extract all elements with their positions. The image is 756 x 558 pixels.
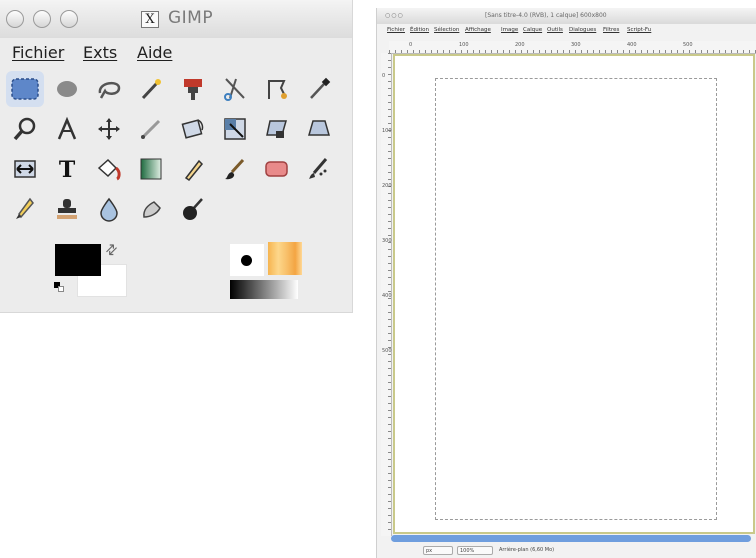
ruler-label: 200 [382, 183, 392, 189]
toolbox-titlebar: X GIMP [0, 0, 352, 38]
vertical-ruler[interactable]: 0 100 200 300 400 500 [381, 53, 392, 536]
brush-dot-icon [241, 255, 252, 266]
ruler-label: 300 [382, 238, 392, 244]
ruler-label: 100 [459, 42, 469, 48]
image-title: [Sans titre-4.0 (RVB), 1 calque] 600x800 [485, 12, 607, 19]
eraser-icon[interactable] [258, 151, 296, 187]
menu-filtres[interactable]: Filtres [603, 27, 619, 33]
svg-text:T: T [59, 157, 76, 182]
menu-affichage[interactable]: Affichage [465, 27, 491, 33]
zoom-window-button[interactable] [60, 10, 78, 28]
smudge-icon[interactable] [132, 191, 170, 227]
blend-icon[interactable] [132, 151, 170, 187]
ruler-label: 400 [627, 42, 637, 48]
ink-icon[interactable] [6, 191, 44, 227]
menu-edition[interactable]: Édition [410, 27, 429, 33]
menu-exts[interactable]: Exts [83, 43, 117, 62]
close-window-button[interactable] [6, 10, 24, 28]
image-canvas[interactable] [393, 54, 755, 534]
pencil-icon[interactable] [174, 151, 212, 187]
menu-script-fu[interactable]: Script-Fu [627, 27, 651, 33]
move-icon[interactable] [90, 111, 128, 147]
default-colors-icon[interactable] [54, 282, 65, 293]
clone-icon[interactable] [48, 191, 86, 227]
menu-calque[interactable]: Calque [523, 27, 542, 33]
lasso-select-icon[interactable] [90, 71, 128, 107]
paths-icon[interactable] [258, 71, 296, 107]
ruler-label: 200 [515, 42, 525, 48]
zoom-select[interactable]: 100% [457, 546, 493, 555]
image-window: ○○○ [Sans titre-4.0 (RVB), 1 calque] 600… [376, 8, 756, 558]
menu-outils[interactable]: Outils [547, 27, 563, 33]
color-picker-icon[interactable] [300, 71, 338, 107]
horizontal-ruler[interactable]: 0 100 200 300 400 500 [389, 41, 756, 54]
unit-select[interactable]: px [423, 546, 453, 555]
flip-icon[interactable] [6, 151, 44, 187]
status-bar: px 100% Arrière-plan (6,60 Mo) [377, 544, 756, 558]
crop-icon[interactable] [132, 111, 170, 147]
pattern-preview[interactable] [268, 242, 302, 275]
toolbox-window: X GIMP Fichier Exts Aide T ⇄ [0, 0, 353, 313]
foreground-color-swatch[interactable] [55, 244, 101, 276]
scissors-icon[interactable] [216, 71, 254, 107]
menu-fichier[interactable]: Fichier [387, 27, 405, 33]
fuzzy-select-icon[interactable] [132, 71, 170, 107]
toolbox-menubar: Fichier Exts Aide [0, 38, 352, 66]
x11-icon: X [141, 11, 159, 28]
window-controls-icon[interactable]: ○○○ [385, 12, 404, 19]
ruler-label: 400 [382, 293, 392, 299]
paintbrush-icon[interactable] [216, 151, 254, 187]
layer-status: Arrière-plan (6,60 Mo) [499, 547, 555, 553]
bucket-fill-icon[interactable] [90, 151, 128, 187]
menu-aide[interactable]: Aide [137, 43, 172, 62]
menu-fichier[interactable]: Fichier [12, 43, 64, 62]
text-icon[interactable]: T [48, 151, 86, 187]
color-select-icon[interactable] [174, 71, 212, 107]
perspective-icon[interactable] [300, 111, 338, 147]
measure-icon[interactable] [48, 111, 86, 147]
ruler-label: 0 [382, 73, 386, 79]
canvas-boundary [435, 78, 717, 520]
blur-icon[interactable] [90, 191, 128, 227]
horizontal-scrollbar[interactable] [391, 535, 751, 542]
minimize-window-button[interactable] [33, 10, 51, 28]
rect-select-icon[interactable] [6, 71, 44, 107]
menu-selection[interactable]: Sélection [434, 27, 459, 33]
ruler-label: 500 [382, 348, 392, 354]
image-titlebar: ○○○ [Sans titre-4.0 (RVB), 1 calque] 600… [377, 8, 756, 24]
magnify-icon[interactable] [6, 111, 44, 147]
ruler-label: 300 [571, 42, 581, 48]
airbrush-icon[interactable] [300, 151, 338, 187]
shear-icon[interactable] [258, 111, 296, 147]
dodge-burn-icon[interactable] [174, 191, 212, 227]
scale-icon[interactable] [216, 111, 254, 147]
menu-dialogues[interactable]: Dialogues [569, 27, 596, 33]
ruler-label: 500 [683, 42, 693, 48]
menu-image[interactable]: Image [501, 27, 518, 33]
toolbox-title: GIMP [168, 8, 214, 28]
image-menubar: Fichier Édition Sélection Affichage Imag… [377, 24, 756, 37]
ellipse-select-icon[interactable] [48, 71, 86, 107]
brush-preview[interactable] [230, 244, 264, 276]
gradient-preview[interactable] [230, 280, 298, 299]
swap-colors-icon[interactable]: ⇄ [102, 240, 122, 260]
rotate-icon[interactable] [174, 111, 212, 147]
ruler-label: 0 [409, 42, 413, 48]
ruler-label: 100 [382, 128, 392, 134]
